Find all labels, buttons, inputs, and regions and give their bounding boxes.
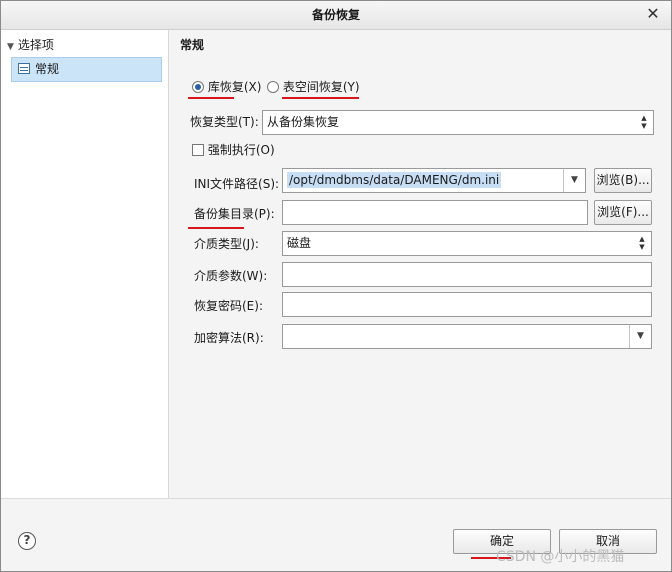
dialog-title: 备份恢复 [311,8,360,22]
restore-password-label: 恢复密码(E): [194,299,263,313]
restore-type-label: 恢复类型(T): [190,115,259,129]
radio-db-restore[interactable]: 库恢复(X) [192,79,261,95]
media-type-label: 介质类型(J): [194,237,259,251]
close-icon[interactable]: ✕ [643,5,663,25]
radio-db-restore-indicator[interactable] [192,81,204,93]
media-param-input[interactable] [282,262,652,287]
annotation-underline-tablespace [282,97,359,99]
sidebar-item-label: 常规 [35,62,60,76]
browse-ini-button[interactable]: 浏览(B)... [594,168,652,193]
encrypt-algorithm-select[interactable]: ▼ [282,324,652,349]
sidebar-header[interactable]: ▼ 选择项 [7,36,54,54]
section-title: 常规 [180,38,205,52]
document-icon [18,63,30,74]
annotation-underline-backup-dir [188,227,244,229]
updown-arrows-icon: ▲ ▼ [639,235,645,251]
main-panel: 常规 库恢复(X) 表空间恢复(Y) 恢复类型(T): 从备份集恢复 ▲ ▼ 强制… [170,30,671,498]
force-checkbox[interactable]: 强制执行(O) [192,142,275,158]
sidebar: ▼ 选择项 常规 [1,30,169,498]
dialog-footer: ? 确定 取消 CSDN @小小的黑猫 [1,498,671,571]
browse-backup-dir-button[interactable]: 浏览(F)... [594,200,652,225]
chevron-down-icon[interactable]: ▼ [563,169,585,192]
restore-password-input[interactable] [282,292,652,317]
ini-path-input[interactable]: /opt/dmdbms/data/DAMENG/dm.ini ▼ [282,168,586,193]
backup-dir-input[interactable] [282,200,588,225]
sidebar-item-general[interactable]: 常规 [11,57,162,82]
media-param-label: 介质参数(W): [194,269,268,283]
annotation-underline-db [188,97,234,99]
radio-tablespace-restore[interactable]: 表空间恢复(Y) [267,79,360,95]
annotation-underline-ok [471,557,511,559]
radio-tablespace-restore-indicator[interactable] [267,81,279,93]
chevron-down-icon[interactable]: ▼ [629,325,651,348]
backup-restore-dialog: 备份恢复 ✕ ▼ 选择项 常规 常规 库恢复(X) 表空间恢复(Y) 恢复类型(T… [0,0,672,572]
ok-button[interactable]: 确定 [453,529,551,554]
cancel-button[interactable]: 取消 [559,529,657,554]
force-checkbox-box[interactable] [192,144,204,156]
title-bar: 备份恢复 ✕ [1,1,671,30]
updown-arrows-icon: ▲ ▼ [641,114,647,130]
media-type-select[interactable]: 磁盘 ▲ ▼ [282,231,652,256]
restore-type-select[interactable]: 从备份集恢复 ▲ ▼ [262,110,654,135]
backup-dir-label: 备份集目录(P): [194,207,275,221]
collapse-triangle-icon[interactable]: ▼ [7,42,14,52]
encrypt-algorithm-label: 加密算法(R): [194,331,264,345]
help-icon[interactable]: ? [18,532,36,550]
ini-path-label: INI文件路径(S): [194,177,280,191]
